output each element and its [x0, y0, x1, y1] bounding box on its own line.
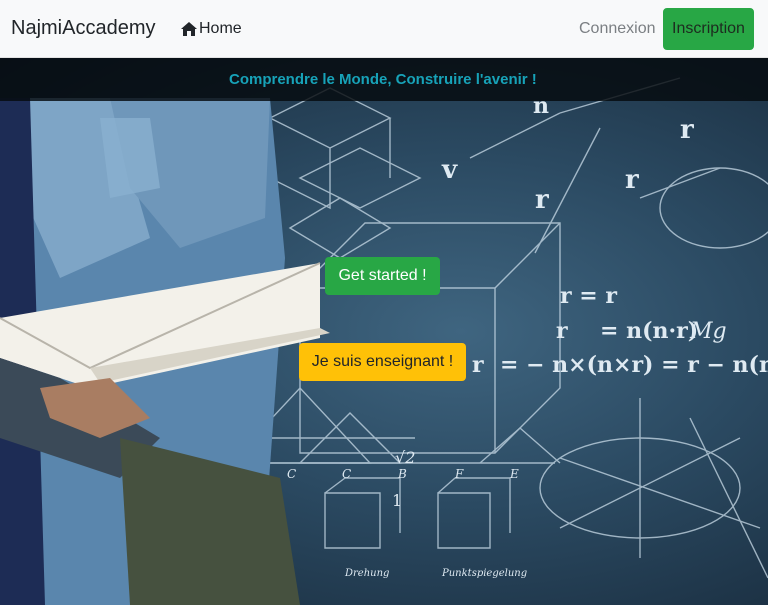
svg-text:= − n×(n×r) = r − n(n·r): = − n×(n×r) = r − n(n·r)	[500, 352, 768, 378]
svg-text:B: B	[397, 467, 407, 481]
svg-text:r = r: r = r	[560, 283, 617, 309]
svg-text:√2: √2	[395, 448, 415, 467]
svg-text:r: r	[625, 165, 639, 195]
hero-background-image: v r r r n r = r r Mg r = − n×(n×r) = r −…	[0, 77, 768, 605]
svg-text:1: 1	[392, 491, 402, 510]
signup-button[interactable]: Inscription	[663, 8, 754, 50]
brand-logo[interactable]: NajmiAccademy	[11, 17, 155, 40]
svg-text:v: v	[441, 155, 458, 185]
get-started-button[interactable]: Get started !	[325, 257, 440, 295]
svg-text:r: r	[472, 352, 484, 378]
hero-tagline: Comprendre le Monde, Construire l'avenir…	[229, 71, 537, 88]
nav-home-label: Home	[199, 20, 242, 37]
svg-text:F: F	[454, 467, 464, 481]
svg-text:Punktspiegelung: Punktspiegelung	[441, 568, 527, 579]
home-icon	[181, 22, 197, 36]
svg-text:r: r	[680, 115, 694, 145]
hero-section: v r r r n r = r r Mg r = − n×(n×r) = r −…	[0, 58, 768, 605]
svg-text:r: r	[556, 318, 568, 344]
nav-home-link[interactable]: Home	[180, 20, 242, 38]
svg-text:C: C	[287, 467, 296, 481]
nav-login-link[interactable]: Connexion	[579, 20, 656, 38]
svg-text:Drehung: Drehung	[344, 568, 389, 579]
svg-text:= n(n·r): = n(n·r)	[600, 318, 698, 344]
svg-text:r: r	[535, 185, 549, 215]
teacher-button[interactable]: Je suis enseignant !	[299, 343, 466, 381]
top-navbar: NajmiAccademy Home Connexion Inscription	[0, 0, 768, 58]
svg-text:C: C	[342, 467, 351, 481]
svg-text:E: E	[509, 467, 519, 481]
